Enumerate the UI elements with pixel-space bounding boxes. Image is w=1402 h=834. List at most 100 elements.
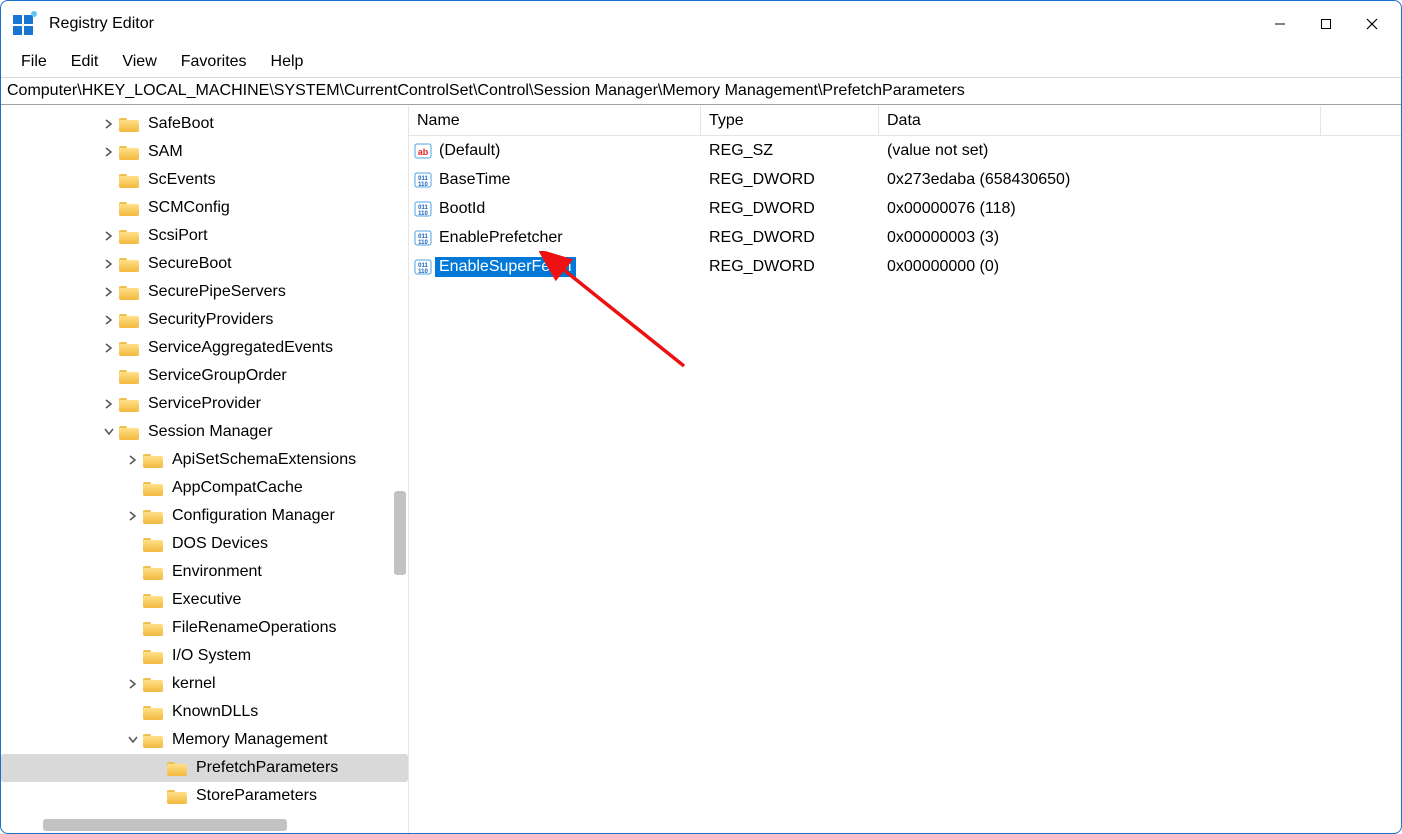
tree-item[interactable]: SafeBoot — [1, 110, 408, 138]
folder-icon — [143, 732, 163, 748]
tree-item-label: ServiceGroupOrder — [145, 366, 290, 386]
folder-icon — [167, 760, 187, 776]
tree-item[interactable]: Executive — [1, 586, 408, 614]
tree-item-label: ScEvents — [145, 170, 219, 190]
tree-item-label: SafeBoot — [145, 114, 217, 134]
tree-horizontal-scrollbar-thumb[interactable] — [43, 819, 287, 831]
tree-item-label: ApiSetSchemaExtensions — [169, 450, 359, 470]
tree-item-label: ServiceAggregatedEvents — [145, 338, 336, 358]
folder-icon — [143, 480, 163, 496]
tree-item[interactable]: Memory Management — [1, 726, 408, 754]
folder-icon — [143, 676, 163, 692]
tree-item[interactable]: DOS Devices — [1, 530, 408, 558]
column-header-type[interactable]: Type — [701, 106, 879, 135]
tree-item-label: SCMConfig — [145, 198, 233, 218]
column-header-name[interactable]: Name — [409, 106, 701, 135]
value-type: REG_DWORD — [701, 258, 879, 276]
tree-item[interactable]: kernel — [1, 670, 408, 698]
tree-item[interactable]: KnownDLLs — [1, 698, 408, 726]
value-row[interactable]: BaseTimeREG_DWORD0x273edaba (658430650) — [409, 165, 1401, 194]
chevron-right-icon[interactable] — [101, 256, 117, 272]
chevron-right-icon[interactable] — [101, 396, 117, 412]
chevron-right-icon[interactable] — [125, 676, 141, 692]
chevron-down-icon[interactable] — [101, 424, 117, 440]
folder-icon — [167, 788, 187, 804]
value-name: (Default) — [435, 141, 504, 161]
reg-sz-icon — [413, 142, 433, 160]
tree-item-label: AppCompatCache — [169, 478, 306, 498]
minimize-button[interactable] — [1257, 8, 1303, 40]
tree-item[interactable]: ServiceAggregatedEvents — [1, 334, 408, 362]
tree-item[interactable]: Configuration Manager — [1, 502, 408, 530]
tree-item[interactable]: StoreParameters — [1, 782, 408, 810]
chevron-right-icon[interactable] — [101, 340, 117, 356]
tree-item[interactable]: SecureBoot — [1, 250, 408, 278]
chevron-right-icon[interactable] — [101, 284, 117, 300]
maximize-button[interactable] — [1303, 8, 1349, 40]
tree-item-label: SecureBoot — [145, 254, 235, 274]
tree-item[interactable]: AppCompatCache — [1, 474, 408, 502]
reg-dword-icon — [413, 229, 433, 247]
folder-icon — [119, 284, 139, 300]
tree-vertical-scrollbar[interactable] — [392, 106, 408, 833]
chevron-right-icon[interactable] — [101, 312, 117, 328]
tree-item-label: PrefetchParameters — [193, 758, 341, 778]
tree-item[interactable]: SCMConfig — [1, 194, 408, 222]
tree-item[interactable]: ServiceGroupOrder — [1, 362, 408, 390]
tree-item-label: SecurePipeServers — [145, 282, 289, 302]
menu-view[interactable]: View — [110, 49, 168, 75]
tree-item-label: Executive — [169, 590, 244, 610]
close-button[interactable] — [1349, 8, 1395, 40]
values-header: Name Type Data — [409, 106, 1401, 136]
chevron-right-icon[interactable] — [101, 144, 117, 160]
chevron-right-icon[interactable] — [125, 452, 141, 468]
tree-item-label: KnownDLLs — [169, 702, 261, 722]
tree-item-label: Configuration Manager — [169, 506, 338, 526]
tree-item[interactable]: Session Manager — [1, 418, 408, 446]
column-header-data[interactable]: Data — [879, 106, 1321, 135]
tree-item[interactable]: PrefetchParameters — [1, 754, 408, 782]
tree-vertical-scrollbar-thumb[interactable] — [394, 491, 406, 575]
tree-item[interactable]: ScsiPort — [1, 222, 408, 250]
chevron-right-icon[interactable] — [101, 116, 117, 132]
menu-file[interactable]: File — [9, 49, 59, 75]
value-type: REG_SZ — [701, 142, 879, 160]
tree-item[interactable]: FileRenameOperations — [1, 614, 408, 642]
value-row[interactable]: EnableSuperFetchREG_DWORD0x00000000 (0) — [409, 252, 1401, 281]
folder-icon — [143, 508, 163, 524]
value-type: REG_DWORD — [701, 200, 879, 218]
value-row[interactable]: BootId REG_DWORD0x00000076 (118) — [409, 194, 1401, 223]
tree-item[interactable]: ApiSetSchemaExtensions — [1, 446, 408, 474]
tree-item-label: Memory Management — [169, 730, 331, 750]
folder-icon — [119, 340, 139, 356]
tree-item-label: DOS Devices — [169, 534, 271, 554]
addressbar[interactable]: Computer\HKEY_LOCAL_MACHINE\SYSTEM\Curre… — [1, 78, 1401, 104]
menu-favorites[interactable]: Favorites — [169, 49, 259, 75]
folder-icon — [143, 564, 163, 580]
tree-item[interactable]: ServiceProvider — [1, 390, 408, 418]
tree-item[interactable]: SecurePipeServers — [1, 278, 408, 306]
values-panel: Name Type Data (Default)REG_SZ(value not… — [409, 106, 1401, 833]
value-row[interactable]: EnablePrefetcherREG_DWORD0x00000003 (3) — [409, 223, 1401, 252]
chevron-down-icon[interactable] — [125, 732, 141, 748]
value-name: EnablePrefetcher — [435, 228, 567, 248]
value-name: BootId — [435, 199, 489, 219]
tree-item[interactable]: SAM — [1, 138, 408, 166]
value-data: 0x00000003 (3) — [879, 229, 1401, 247]
tree-item[interactable]: I/O System — [1, 642, 408, 670]
tree-item[interactable]: Environment — [1, 558, 408, 586]
chevron-right-icon[interactable] — [125, 508, 141, 524]
menu-edit[interactable]: Edit — [59, 49, 111, 75]
value-data: 0x00000076 (118) — [879, 200, 1401, 218]
tree-item[interactable]: ScEvents — [1, 166, 408, 194]
chevron-right-icon[interactable] — [101, 228, 117, 244]
value-row[interactable]: (Default)REG_SZ(value not set) — [409, 136, 1401, 165]
tree-item-label: SAM — [145, 142, 186, 162]
tree-item[interactable]: SecurityProviders — [1, 306, 408, 334]
tree-horizontal-scrollbar[interactable] — [1, 817, 408, 833]
menu-help[interactable]: Help — [259, 49, 316, 75]
window-title: Registry Editor — [49, 15, 154, 33]
value-data: 0x00000000 (0) — [879, 258, 1401, 276]
folder-icon — [119, 368, 139, 384]
folder-icon — [143, 536, 163, 552]
